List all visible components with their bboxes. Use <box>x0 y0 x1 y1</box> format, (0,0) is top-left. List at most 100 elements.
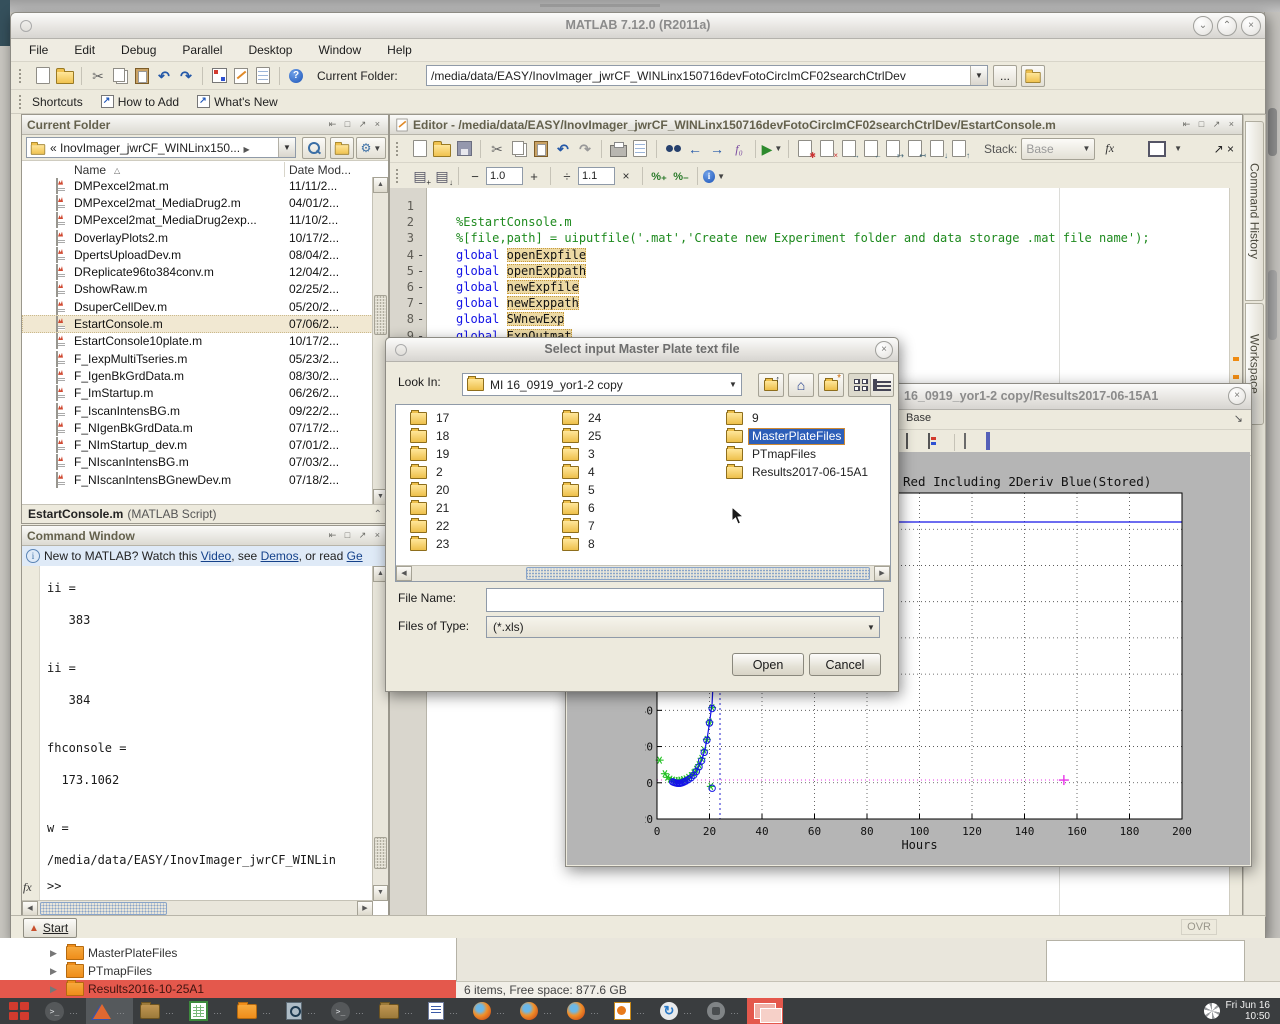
file-manager-tree[interactable]: ▶MasterPlateFiles▶PTmapFiles▶Results2016… <box>0 938 457 998</box>
dialog-titlebar[interactable]: Select input Master Plate text file × <box>386 338 898 362</box>
command-window-hscrollbar[interactable]: ◀ ▶ <box>22 900 373 916</box>
scrollbar-thumb[interactable] <box>526 567 870 580</box>
file-row[interactable]: DsuperCellDev.m05/20/2... <box>22 298 373 315</box>
open-file-icon[interactable] <box>54 66 76 86</box>
fx-icon[interactable]: fx <box>23 880 32 895</box>
undock-icon[interactable]: ↘ <box>1234 412 1243 425</box>
file-row[interactable]: DMPexcel2mat_MediaDrug2exp...11/10/2... <box>22 212 373 229</box>
code-line[interactable]: 5-global openExppath <box>390 263 1230 279</box>
file-row[interactable]: DReplicate96to384conv.m12/04/2... <box>22 263 373 280</box>
colormap-icon[interactable] <box>906 434 908 448</box>
folder-item[interactable]: 24 <box>562 409 604 427</box>
taskbar-item-screenshot-tool[interactable] <box>747 998 783 1024</box>
breakpoint-clear-icon[interactable]: ↑ <box>948 139 970 159</box>
folder-item[interactable]: 2 <box>410 463 452 481</box>
decrease-indent-icon[interactable]: − <box>464 166 486 186</box>
run-icon[interactable]: ▶▼ <box>761 139 783 159</box>
shortcuts-grip[interactable] <box>19 95 24 109</box>
folder-item[interactable]: 5 <box>562 481 604 499</box>
find-function-icon[interactable]: f₀ <box>728 139 750 159</box>
publish-info-icon[interactable]: i▼ <box>703 166 725 186</box>
taskbar-item-terminal-2[interactable]: >_… <box>324 998 372 1024</box>
look-in-dropdown-icon[interactable]: ▼ <box>725 374 741 395</box>
file-row[interactable]: F_ImStartup.m06/26/2... <box>22 385 373 402</box>
taskbar-item-document-viewer[interactable]: … <box>279 998 324 1024</box>
up-one-level-button[interactable]: ↑ <box>758 373 784 397</box>
folder-item[interactable]: 3 <box>562 445 604 463</box>
folder-item[interactable]: 19 <box>410 445 452 463</box>
tree-row[interactable]: ▶PTmapFiles <box>0 962 456 980</box>
file-row[interactable]: DoverlayPlots2.m10/17/2... <box>22 229 373 246</box>
look-in-combo[interactable]: MI 16_0919_yor1-2 copy ▼ <box>462 373 742 396</box>
minimize-button[interactable]: ⌄ <box>1193 16 1213 36</box>
expander-icon[interactable]: ▶ <box>50 966 57 977</box>
new-file-icon[interactable] <box>409 139 431 159</box>
new-folder-button[interactable] <box>330 137 354 159</box>
axes-icon[interactable] <box>986 434 990 448</box>
command-prompt[interactable]: >> <box>47 879 61 893</box>
file-row[interactable]: F_NImStartup_dev.m07/01/2... <box>22 436 373 453</box>
panel-dock-icons[interactable]: ⇤ □ ↗ × <box>1183 119 1237 130</box>
split-dropdown-icon[interactable]: ▼ <box>1174 144 1182 153</box>
clear-cell-icon[interactable]: × <box>816 139 838 159</box>
taskbar-item-file-manager-1[interactable]: … <box>133 998 182 1024</box>
file-row[interactable]: EstartConsole10plate.m10/17/2... <box>22 333 373 350</box>
taskbar-item-libreoffice-calc[interactable]: … <box>182 998 230 1024</box>
code-line[interactable]: 2%EstartConsole.m <box>390 214 1230 230</box>
notebook-icon[interactable] <box>252 66 274 86</box>
scroll-left-icon[interactable]: ◀ <box>22 901 38 916</box>
scrollbar-thumb[interactable] <box>374 295 387 335</box>
code-line[interactable]: 3%[file,path] = uiputfile('.mat','Create… <box>390 230 1230 246</box>
toolbar-grip[interactable] <box>396 169 401 183</box>
collapse-details-icon[interactable]: ⌃ <box>374 509 382 520</box>
file-row[interactable]: DMPexcel2mat.m11/11/2... <box>22 177 373 194</box>
close-button[interactable]: × <box>1241 16 1261 36</box>
current-folder-header[interactable]: Current Folder ⇤ □ ↗ × <box>22 115 388 135</box>
tree-row[interactable]: ▶Results2016-10-25A1 <box>0 980 456 998</box>
menu-parallel[interactable]: Parallel <box>182 43 222 57</box>
matlab-titlebar[interactable]: MATLAB 7.12.0 (R2011a) ⌄ ⌃ × <box>11 13 1265 39</box>
copy-icon[interactable] <box>508 139 530 159</box>
folder-list[interactable]: 171819220212223 2425345678 9MasterPlateF… <box>395 404 891 582</box>
files-of-type-combo[interactable]: (*.xls) ▼ <box>486 616 880 638</box>
toolbar-grip[interactable] <box>396 142 401 156</box>
cell-value-1[interactable]: 1.0 <box>486 167 523 185</box>
folder-item[interactable]: 25 <box>562 427 604 445</box>
taskbar-item-software-updater[interactable]: ↻… <box>653 998 700 1024</box>
taskbar-item-file-manager-2[interactable]: … <box>230 998 279 1024</box>
step-in-icon[interactable]: → <box>838 139 860 159</box>
step-out-icon[interactable]: ← <box>860 139 882 159</box>
expander-icon[interactable]: ▶ <box>50 984 57 995</box>
folder-item[interactable]: Results2017-06-15A1 <box>726 463 871 481</box>
find-icon[interactable] <box>662 139 684 159</box>
stack-combo[interactable]: Base▼ <box>1021 138 1095 160</box>
scroll-left-icon[interactable]: ◀ <box>396 566 412 581</box>
editor-header[interactable]: Editor - /media/data/EASY/InovImager_jwr… <box>390 115 1242 135</box>
simulink-icon[interactable] <box>208 66 230 86</box>
browse-folder-button[interactable]: ... <box>993 65 1017 87</box>
file-row[interactable]: DshowRaw.m02/25/2... <box>22 281 373 298</box>
save-icon[interactable] <box>453 139 475 159</box>
open-button[interactable]: Open <box>732 653 804 676</box>
command-window-header[interactable]: Command Window ⇤ □ ↗ × <box>22 526 388 546</box>
code-line[interactable]: 8-global SWnewExp <box>390 311 1230 327</box>
file-details-bar[interactable]: EstartConsole.m (MATLAB Script) ⌃ <box>22 504 388 523</box>
menu-desktop[interactable]: Desktop <box>248 43 292 57</box>
editor-view-controls[interactable]: ▼ <box>1148 141 1182 157</box>
taskbar-item-firefox-2[interactable]: … <box>513 998 560 1024</box>
code-line[interactable]: 7-global newExppath <box>390 295 1230 311</box>
go-forward-icon[interactable]: → <box>706 139 728 159</box>
multiply-icon[interactable]: × <box>615 166 637 186</box>
up-folder-button[interactable] <box>1021 65 1045 87</box>
step-icon[interactable]: ↦ <box>882 139 904 159</box>
print-preview-icon[interactable] <box>629 139 651 159</box>
dialog-close-button[interactable]: × <box>875 341 893 359</box>
menu-debug[interactable]: Debug <box>121 43 156 57</box>
home-button[interactable]: ⌂ <box>788 373 814 397</box>
split-screen-icon[interactable] <box>1148 141 1166 157</box>
current-folder-path[interactable]: /media/data/EASY/InovImager_jwrCF_WINLin… <box>427 69 970 83</box>
actions-button[interactable]: ⚙▼ <box>356 137 386 159</box>
panel-dock-icons[interactable]: ⇤ □ ↗ × <box>329 530 383 541</box>
menu-edit[interactable]: Edit <box>74 43 95 57</box>
file-row[interactable]: DMPexcel2mat_MediaDrug2.m04/01/2... <box>22 194 373 211</box>
